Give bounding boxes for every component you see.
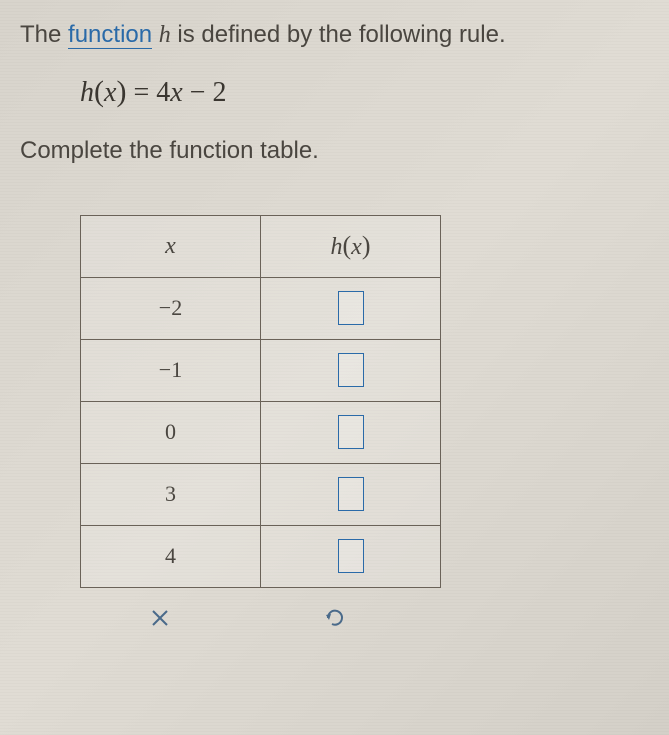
answer-input[interactable]	[338, 415, 364, 449]
hx-value-cell	[261, 277, 441, 339]
eq-coef: 4	[156, 77, 170, 108]
eq-op: −	[183, 77, 213, 108]
eq-close-paren: )	[116, 75, 126, 108]
intro-prefix: The	[20, 21, 68, 48]
eq-open-paren: (	[94, 75, 104, 108]
intro-mid	[152, 21, 159, 48]
intro-suffix: is defined by the following rule.	[171, 21, 506, 48]
function-table-wrap: x h(x) −2 −1 0 3 4	[80, 215, 649, 588]
header-open-paren: (	[343, 231, 352, 260]
header-hx-func: h	[331, 234, 343, 260]
bottom-controls	[80, 606, 649, 630]
answer-input[interactable]	[338, 353, 364, 387]
eq-const: 2	[212, 77, 226, 108]
x-value-cell: 4	[81, 525, 261, 587]
x-value-cell: 0	[81, 401, 261, 463]
table-row: 0	[81, 401, 441, 463]
answer-input[interactable]	[338, 291, 364, 325]
x-value-cell: 3	[81, 463, 261, 525]
eq-arg: x	[104, 77, 116, 108]
answer-input[interactable]	[338, 477, 364, 511]
intro-text: The function h is defined by the followi…	[20, 18, 649, 53]
answer-input[interactable]	[338, 539, 364, 573]
header-x: x	[81, 215, 261, 277]
table-row: −1	[81, 339, 441, 401]
table-row: −2	[81, 277, 441, 339]
equation: h(x) = 4x − 2	[80, 75, 649, 109]
eq-func: h	[80, 77, 94, 108]
eq-var2: x	[170, 77, 182, 108]
hx-value-cell	[261, 339, 441, 401]
table-row: 3	[81, 463, 441, 525]
eq-equals: =	[126, 77, 156, 108]
header-hx-arg: x	[351, 234, 362, 260]
x-value-cell: −1	[81, 339, 261, 401]
hx-value-cell	[261, 525, 441, 587]
hx-value-cell	[261, 463, 441, 525]
header-close-paren: )	[362, 231, 371, 260]
function-table: x h(x) −2 −1 0 3 4	[80, 215, 441, 588]
undo-icon[interactable]	[322, 606, 346, 630]
table-row: 4	[81, 525, 441, 587]
x-value-cell: −2	[81, 277, 261, 339]
hx-value-cell	[261, 401, 441, 463]
function-link[interactable]: function	[68, 21, 152, 49]
intro-var: h	[159, 22, 171, 48]
header-x-label: x	[165, 233, 176, 259]
close-icon[interactable]	[148, 606, 172, 630]
instruction-text: Complete the function table.	[20, 137, 649, 165]
table-header-row: x h(x)	[81, 215, 441, 277]
header-hx: h(x)	[261, 215, 441, 277]
